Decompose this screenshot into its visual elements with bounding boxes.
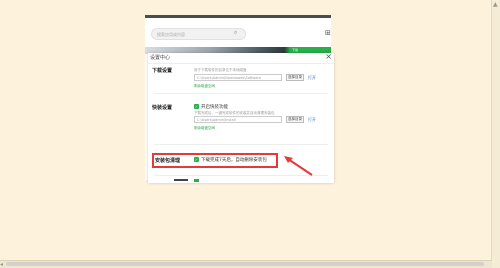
menu-icon[interactable]: ⊞ xyxy=(325,29,331,37)
horizontal-scroll-thumb[interactable] xyxy=(6,262,484,266)
download-open-link[interactable]: 打开 xyxy=(308,75,316,81)
dialog-header: 设置中心 × xyxy=(148,52,334,64)
download-space-info: 剩余磁盘空间 xyxy=(194,84,215,88)
search-icon[interactable]: ⌕ xyxy=(234,30,237,36)
outer-vertical-scrollbar[interactable]: ▲ xyxy=(491,0,500,268)
scroll-left-arrow-icon[interactable]: ◂ xyxy=(0,261,3,268)
section-divider xyxy=(154,93,328,94)
install-settings-label: 快装设置 xyxy=(152,105,173,111)
next-section-fragment xyxy=(148,179,334,182)
horizontal-scrollbar[interactable]: ◂ xyxy=(0,260,492,268)
dialog-title: 设置中心 xyxy=(150,55,171,61)
scroll-up-arrow-icon[interactable]: ▲ xyxy=(493,2,498,8)
install-checkbox[interactable]: ✓ xyxy=(194,104,199,109)
install-choose-dir-button[interactable]: 选择目录 xyxy=(286,116,304,123)
close-icon[interactable]: × xyxy=(325,52,332,61)
install-space-info: 剩余磁盘空间 xyxy=(194,126,215,130)
install-checkbox-label: 开启快装功能 xyxy=(201,105,228,110)
search-input[interactable]: 搜索应用或内容 xyxy=(151,28,246,40)
annotation-arrow-icon xyxy=(284,156,313,176)
section-divider xyxy=(154,144,328,145)
install-path-input[interactable]: C:\Users\Admin\Install xyxy=(194,116,282,123)
install-open-link[interactable]: 打开 xyxy=(308,117,316,123)
download-settings-label: 下载设置 xyxy=(152,68,173,74)
annotation-highlight-box xyxy=(152,153,278,168)
download-settings-hint: 用于下载软件的目录位于本地磁盘 xyxy=(194,68,247,72)
download-path-input[interactable]: C:\Users\Admin\Downloads\Software xyxy=(194,74,282,81)
download-choose-dir-button[interactable]: 选择目录 xyxy=(286,74,304,81)
search-row: 搜索应用或内容 ⌕ ⊞ xyxy=(145,18,331,48)
